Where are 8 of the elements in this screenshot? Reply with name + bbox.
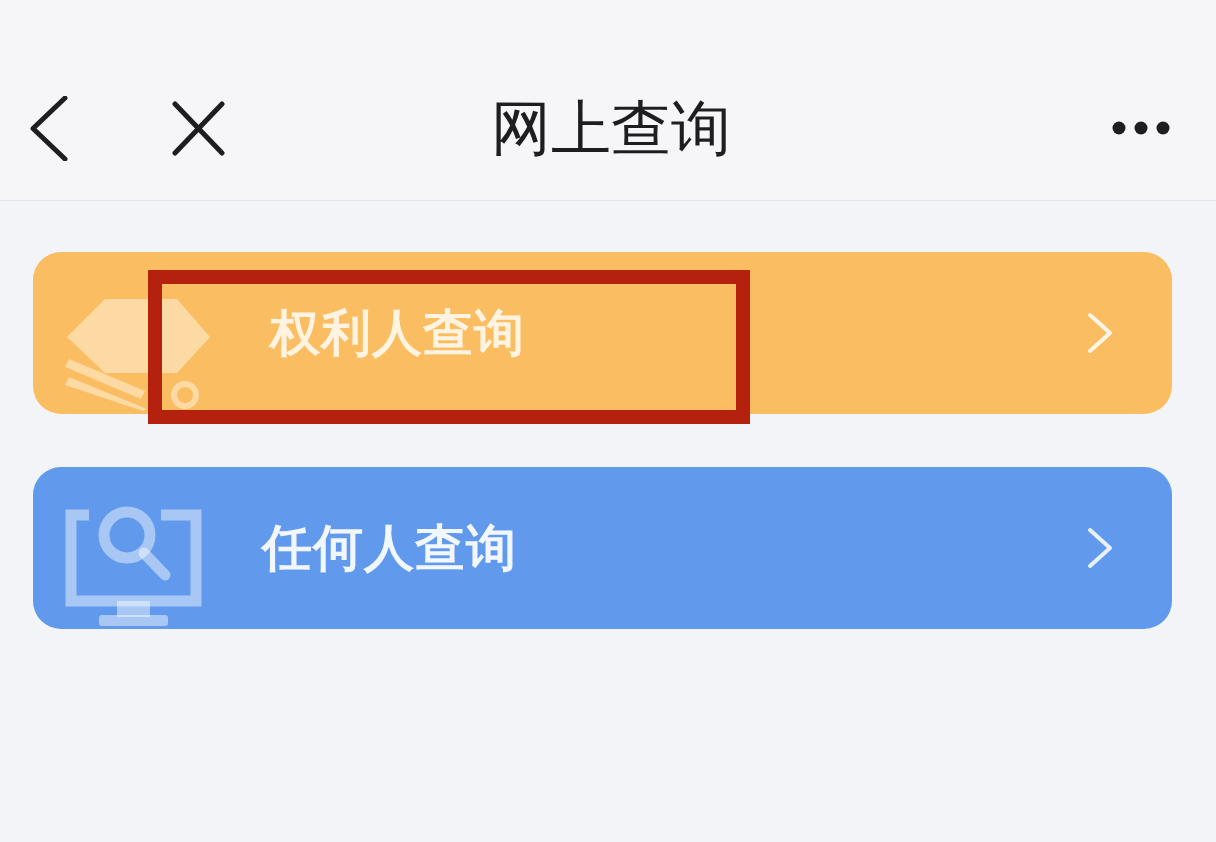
close-icon[interactable] xyxy=(172,100,225,156)
query-option-card[interactable]: 权利人查询 xyxy=(33,252,1172,414)
page-title: 网上查询 xyxy=(490,95,731,161)
more-icon[interactable] xyxy=(1112,121,1170,135)
back-icon[interactable] xyxy=(30,95,68,161)
chevron-right-icon xyxy=(1087,312,1113,354)
chevron-right-icon xyxy=(1087,527,1113,569)
query-option-card[interactable]: 任何人查询 xyxy=(33,467,1172,629)
